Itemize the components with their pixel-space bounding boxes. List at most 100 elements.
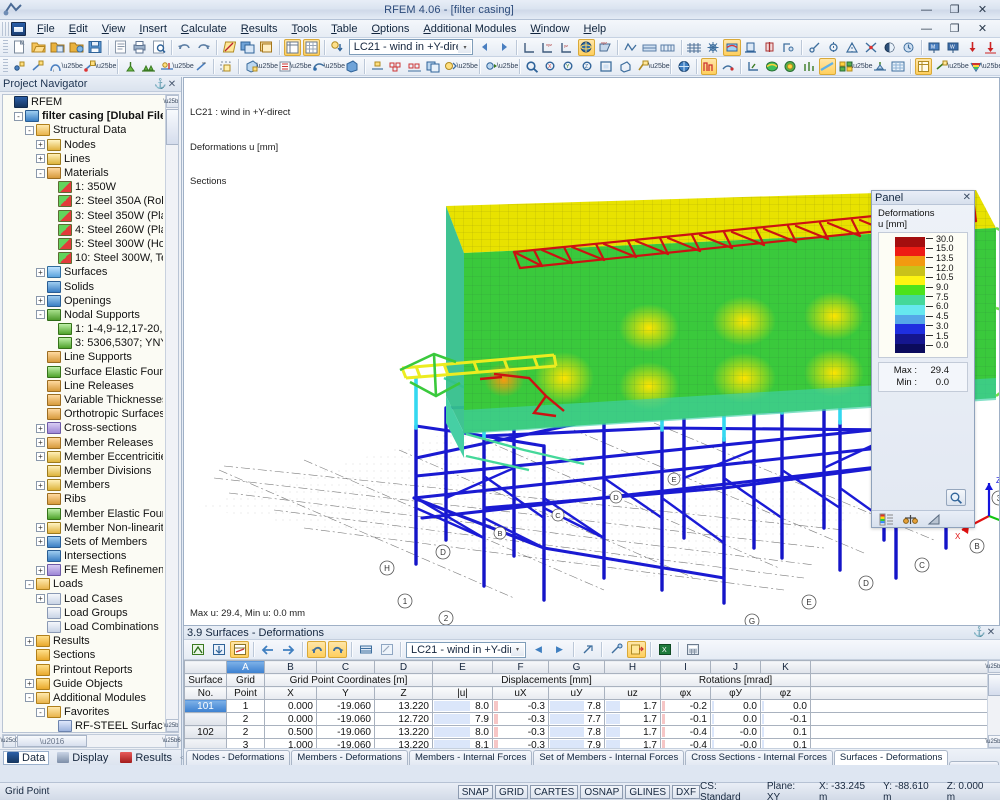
tree-toggle[interactable]: + <box>36 565 45 575</box>
tree-horizontal-scrollbar[interactable]: \u25c0 \u2016 \u25b6 <box>1 734 181 748</box>
new-window-icon[interactable] <box>239 39 256 56</box>
project-tree[interactable]: RFEM - filter casing [Dlubal Files] - Struct… <box>2 94 179 733</box>
results-tab-surfaces-deformations[interactable]: Surfaces - Deformations <box>833 750 949 765</box>
save-icon[interactable] <box>87 39 104 56</box>
column-letter-blank[interactable] <box>184 660 227 674</box>
menu-item-table[interactable]: Table <box>324 21 364 37</box>
pan-icon[interactable] <box>616 58 633 75</box>
tree-item-10-steel-300w-temp[interactable]: 10: Steel 300W, Temp <box>3 251 165 265</box>
grid-snap-icon[interactable] <box>388 58 405 75</box>
results-tab-blank[interactable] <box>949 761 1000 765</box>
grid-scroll-down-button[interactable]: \u25bc <box>986 735 1000 748</box>
tree-item-2-steel-350a-rolled[interactable]: 2: Steel 350A (Rolled <box>3 194 165 208</box>
measure-icon[interactable] <box>806 39 823 56</box>
column-letter-C[interactable]: C <box>316 660 375 674</box>
results-tab-nodes-deformations[interactable]: Nodes - Deformations <box>186 750 291 765</box>
render-mesh-icon[interactable] <box>660 39 677 56</box>
show-supports-icon[interactable] <box>743 39 760 56</box>
results-values-icon[interactable] <box>719 58 736 75</box>
tree-toggle[interactable]: - <box>36 168 45 178</box>
tree-item-solids[interactable]: Solids <box>3 279 165 293</box>
tree-item-1-1-4-9-12-17-20-25-2[interactable]: 1: 1-4,9-12,17-20,25-2 <box>3 322 165 336</box>
insert-support-icon[interactable] <box>122 58 139 75</box>
show-table-icon[interactable] <box>283 38 301 56</box>
column-letter-I[interactable]: I <box>660 660 711 674</box>
object-info-dropdown[interactable]: \u25be <box>457 58 478 75</box>
model-check-dropdown[interactable]: \u25be <box>497 58 518 75</box>
tree-item-load-cases[interactable]: + Load Cases <box>3 592 165 606</box>
column-letter-J[interactable]: J <box>710 660 761 674</box>
tree-item-sections[interactable]: Sections <box>3 648 165 662</box>
column-letter-D[interactable]: D <box>374 660 433 674</box>
intersect-icon[interactable] <box>862 39 879 56</box>
tree-item-line-releases[interactable]: Line Releases <box>3 379 165 393</box>
results-tab-cross-sections-internal-forces[interactable]: Cross Sections - Internal Forces <box>685 750 833 765</box>
tree-toggle[interactable]: + <box>36 423 45 433</box>
tree-item-3-steel-350w-plates[interactable]: 3: Steel 350W (Plates) <box>3 209 165 223</box>
insert-node-icon[interactable] <box>11 58 28 75</box>
result-value-2-icon[interactable]: W <box>945 39 962 56</box>
tree-item-surfaces[interactable]: + Surfaces <box>3 265 165 279</box>
tree-item-printout-reports[interactable]: Printout Reports <box>3 663 165 677</box>
export-result-icon[interactable] <box>982 39 999 56</box>
tree-item-favorites[interactable]: - Favorites <box>3 705 165 719</box>
panel-close-icon[interactable]: ✕ <box>963 192 971 203</box>
table-excel-icon[interactable]: X <box>655 641 674 658</box>
tree-vertical-scrollbar[interactable]: \u25b2 \u25bc <box>163 95 178 732</box>
menu-item-results[interactable]: Results <box>234 21 285 37</box>
menu-item-options[interactable]: Options <box>364 21 416 37</box>
next-load-case-icon[interactable] <box>495 39 512 56</box>
scroll-right-button[interactable]: \u25b6 <box>162 734 181 748</box>
tile-windows-icon[interactable] <box>258 39 275 56</box>
tree-item-rf-steel-surfaces-s[interactable]: RF-STEEL Surfaces - S <box>3 719 165 732</box>
navigator-tab-results[interactable]: Results <box>116 751 176 765</box>
table-goto-icon[interactable] <box>578 641 597 658</box>
menu-item-help[interactable]: Help <box>577 21 614 37</box>
tree-item-3-5306-5307-yny-nn[interactable]: 3: 5306,5307; YNY NN <box>3 336 165 350</box>
paint-dropdown[interactable]: \u25be <box>648 58 669 75</box>
tree-item-results[interactable]: + Results <box>3 634 165 648</box>
render-solid-icon[interactable] <box>641 39 658 56</box>
show-grid-icon[interactable] <box>302 38 320 56</box>
results-axis-icon[interactable] <box>745 58 762 75</box>
tree-item-fe-mesh-refinements[interactable]: + FE Mesh Refinements <box>3 563 165 577</box>
mesh-settings-icon[interactable] <box>705 39 722 56</box>
scroll-thumb[interactable] <box>166 109 178 145</box>
menu-item-edit[interactable]: Edit <box>62 21 95 37</box>
tree-toggle[interactable]: + <box>36 537 45 547</box>
column-letter-H[interactable]: H <box>604 660 661 674</box>
tree-toggle[interactable]: + <box>36 296 45 306</box>
menu-item-window[interactable]: Window <box>523 21 576 37</box>
grid-scroll-thumb[interactable] <box>988 674 1000 696</box>
table-load-case-combobox[interactable]: LC21 - wind in +Y-dire ▾ <box>406 641 526 658</box>
panel-tab-filter-icon[interactable] <box>927 513 942 526</box>
insert-contour-dropdown[interactable]: \u25be <box>324 58 345 75</box>
view-projection-xy-icon[interactable] <box>521 39 538 56</box>
insert-load-icon[interactable]: xx <box>193 58 210 75</box>
results-colorbar-icon[interactable] <box>763 58 780 75</box>
zoom-x-icon[interactable]: X <box>542 58 559 75</box>
status-toggle-osnap[interactable]: OSNAP <box>580 784 624 799</box>
globe-view-icon[interactable] <box>675 58 692 75</box>
status-toggle-snap[interactable]: SNAP <box>457 784 493 799</box>
tree-item-4-steel-260w-plates[interactable]: 4: Steel 260W (Plates, <box>3 223 165 237</box>
status-toggle-cartes[interactable]: CARTES <box>529 784 579 799</box>
results-support-icon[interactable] <box>871 58 888 75</box>
previous-load-case-icon[interactable] <box>476 39 493 56</box>
table-next-case-icon[interactable]: ▶ <box>550 641 569 658</box>
tree-item-member-releases[interactable]: + Member Releases <box>3 436 165 450</box>
tree-item-nodes[interactable]: + Nodes <box>3 138 165 152</box>
tree-item-variable-thicknesses[interactable]: Variable Thicknesses <box>3 393 165 407</box>
table-prev-page-icon[interactable] <box>258 641 277 658</box>
results-table-icon[interactable] <box>915 57 932 75</box>
tree-item-load-groups[interactable]: Load Groups <box>3 606 165 620</box>
view-render-icon[interactable]: xyz <box>597 39 614 56</box>
status-toggle-grid[interactable]: GRID <box>494 784 528 799</box>
mirror-icon[interactable] <box>825 39 842 56</box>
tree-item-additional-modules[interactable]: - Additional Modules <box>3 691 165 705</box>
tree-item-lines[interactable]: + Lines <box>3 152 165 166</box>
table-edit-icon[interactable] <box>377 641 396 658</box>
panel-tab-factors-icon[interactable] <box>903 513 918 526</box>
tree-item-ribs[interactable]: Ribs <box>3 492 165 506</box>
results-tiles-dropdown[interactable]: \u25be <box>851 58 872 75</box>
